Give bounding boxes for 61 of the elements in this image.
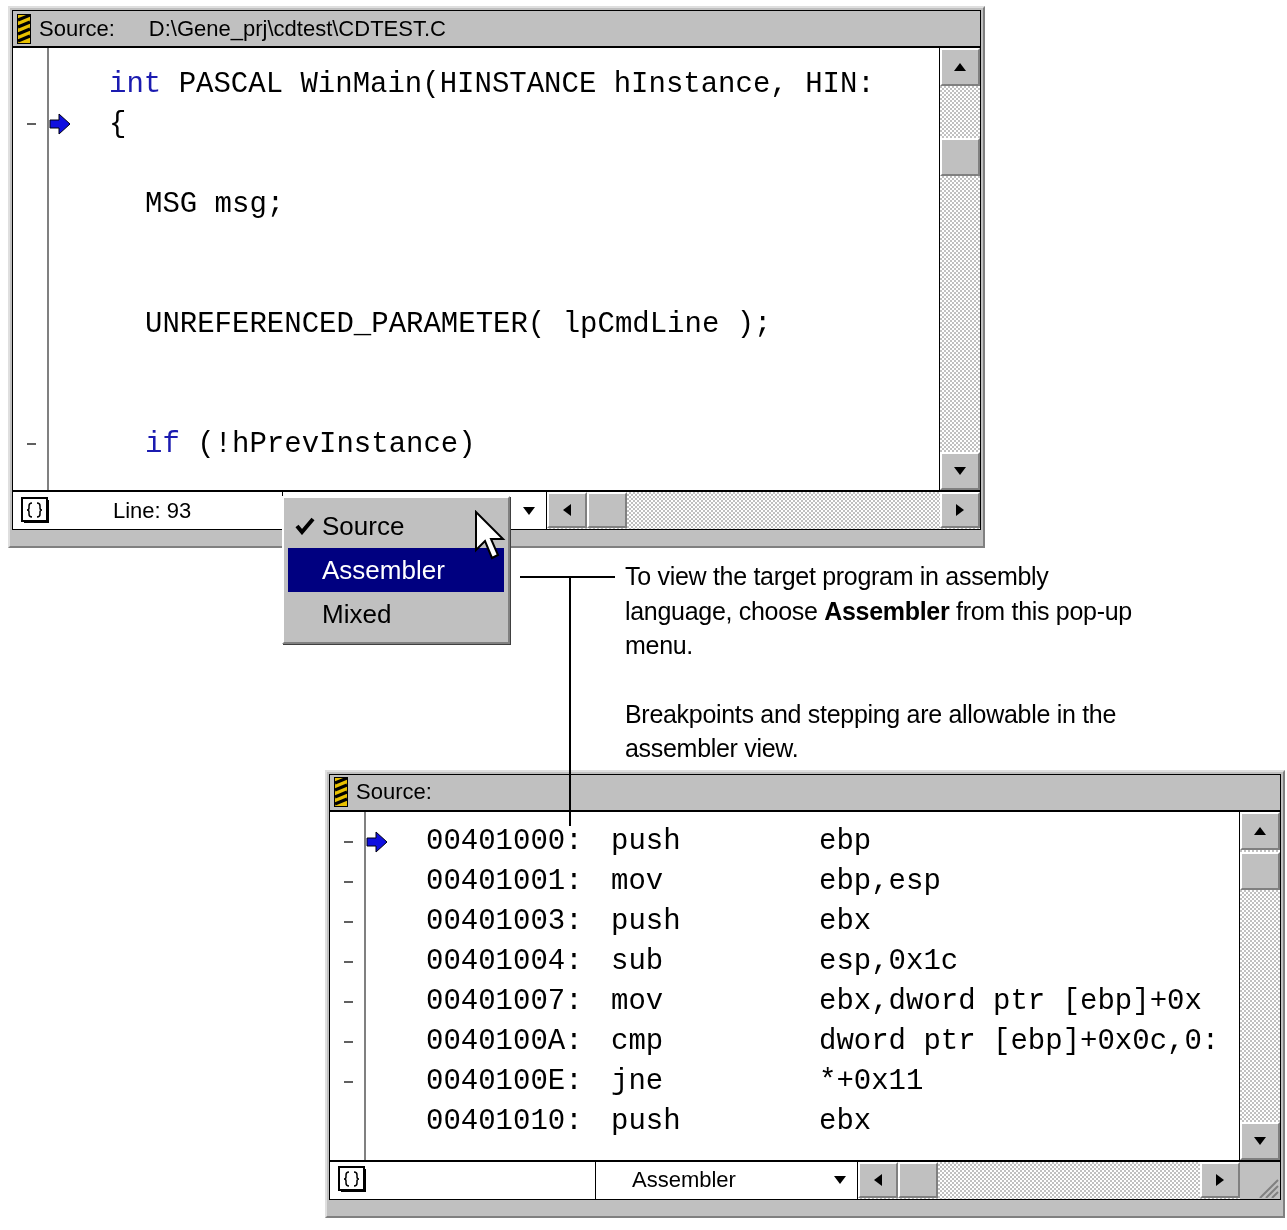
mnemonic-text: push (611, 1105, 682, 1138)
braces-icon[interactable] (21, 496, 51, 525)
address-text: 00401000: (426, 825, 584, 858)
address-text: 00401007: (426, 985, 584, 1018)
scroll-thumb[interactable] (587, 492, 627, 528)
operand-text: ebx (819, 905, 872, 938)
address-text: 00401001: (426, 865, 584, 898)
code-line: int PASCAL WinMain(HINSTANCE hInstance, HIN: (109, 67, 875, 101)
mnemonic-text: push (611, 825, 682, 858)
scroll-right-button[interactable] (940, 492, 980, 528)
scroll-down-button[interactable] (1240, 1121, 1280, 1160)
scroll-thumb[interactable] (898, 1161, 938, 1198)
address-text: 00401010: (426, 1105, 584, 1138)
menu-item[interactable]: Assembler (288, 548, 504, 592)
vertical-scrollbar[interactable] (939, 48, 980, 490)
line-number: Line: 93 (113, 497, 192, 524)
file-path: D:\Gene_prj\cdtest\CDTEST.C (148, 15, 446, 42)
address-text: 0040100A: (426, 1025, 584, 1058)
braces-icon[interactable] (338, 1166, 368, 1194)
code-line: { (109, 107, 127, 141)
title-bar-icon (17, 13, 31, 44)
menu-item[interactable]: Mixed (288, 592, 504, 636)
scroll-right-button[interactable] (1200, 1161, 1240, 1198)
window-title: Source: (356, 779, 432, 805)
vertical-scrollbar[interactable] (1239, 811, 1280, 1160)
operand-text: ebx (819, 1105, 872, 1138)
operand-text: dword ptr [ebp]+0x0c,0: (819, 1025, 1220, 1058)
operand-text: *+0x11 (819, 1065, 924, 1098)
window-title: Source: (39, 15, 115, 42)
code-line: MSG msg; (145, 187, 285, 221)
code-line: UNREFERENCED_PARAMETER( lpCmdLine ); (145, 307, 772, 341)
operand-text: ebp (819, 825, 872, 858)
address-text: 00401003: (426, 905, 584, 938)
scroll-left-button[interactable] (858, 1161, 898, 1198)
callout-text: Breakpoints and stepping are allowable in the assembler view. (625, 698, 1117, 764)
scroll-left-button[interactable] (547, 492, 587, 528)
callout-text: To view the target program in assembly language, choose Assembler from this pop-up menu. (625, 561, 1133, 661)
code-line: if (!hPrevInstance) (145, 427, 476, 461)
address-text: 0040100E: (426, 1065, 584, 1098)
mnemonic-text: mov (611, 865, 665, 898)
mnemonic-text: cmp (611, 1025, 665, 1058)
operand-text: ebx,dword ptr [ebp]+0x (819, 985, 1202, 1018)
scroll-down-button[interactable] (940, 452, 980, 490)
horizontal-scrollbar[interactable] (858, 1161, 1240, 1199)
scroll-thumb[interactable] (940, 138, 980, 176)
mnemonic-text: sub (611, 945, 665, 978)
scroll-thumb[interactable] (1240, 851, 1280, 890)
scroll-up-button[interactable] (940, 48, 980, 86)
current-line-arrow-icon (49, 113, 71, 135)
mnemonic-text: push (611, 905, 682, 938)
view-dropdown[interactable]: Assembler (596, 1161, 858, 1199)
mnemonic-text: jne (611, 1065, 665, 1098)
horizontal-scrollbar[interactable] (547, 492, 980, 529)
operand-text: ebp,esp (819, 865, 941, 898)
mnemonic-text: mov (611, 985, 665, 1018)
address-text: 00401004: (426, 945, 584, 978)
current-line-arrow-icon (366, 830, 388, 853)
title-bar-icon (334, 777, 348, 807)
scroll-up-button[interactable] (1240, 811, 1280, 850)
operand-text: esp,0x1c (819, 945, 959, 978)
menu-item[interactable]: Source (288, 504, 504, 548)
